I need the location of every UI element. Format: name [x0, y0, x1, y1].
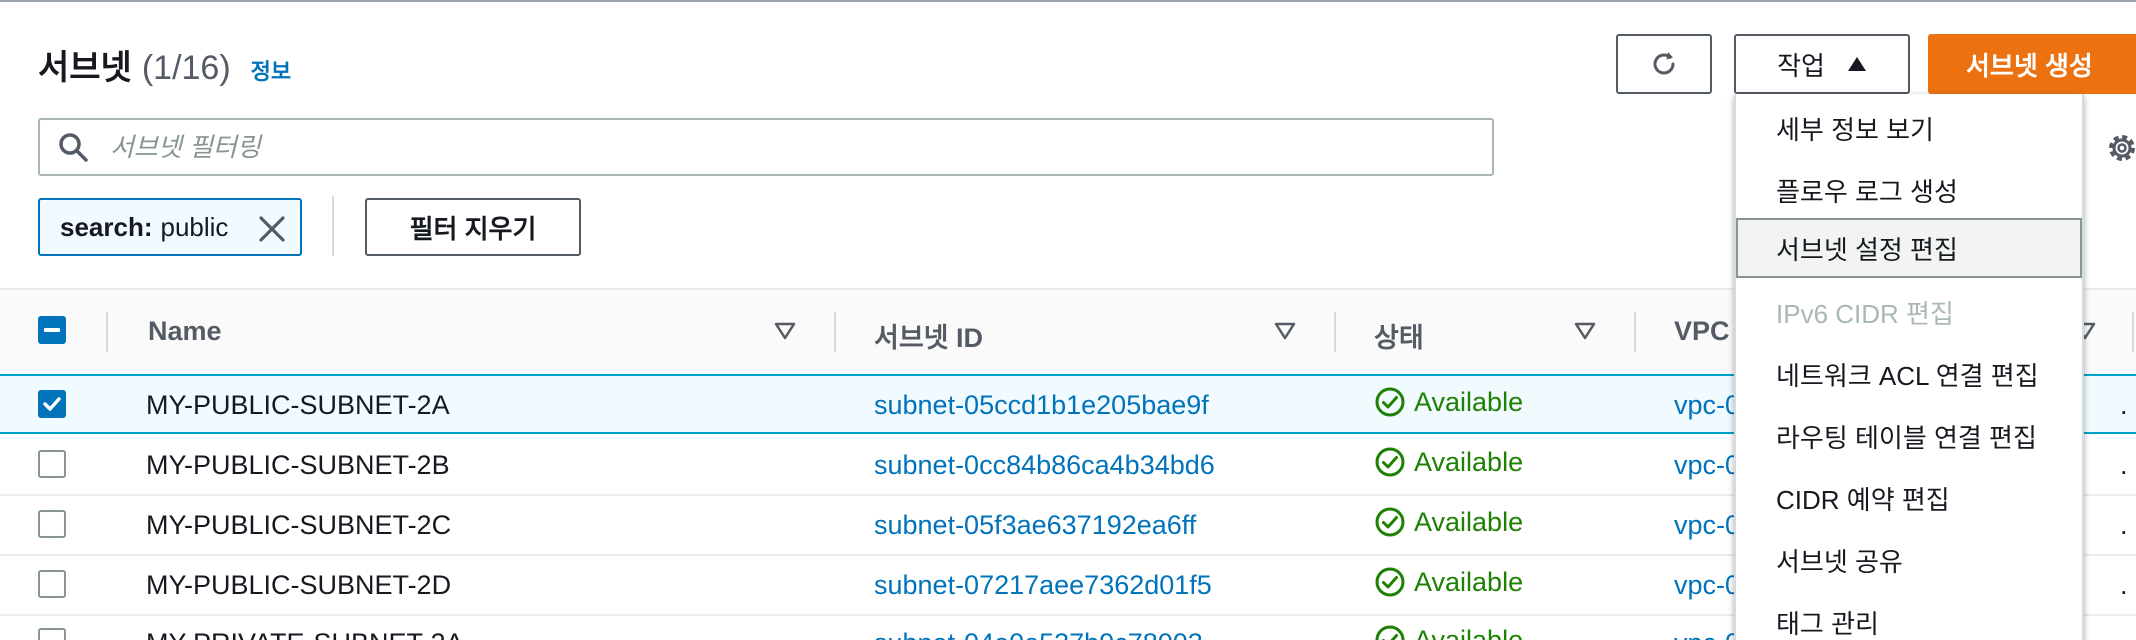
status-text: Available: [1414, 446, 1524, 477]
page-header: 서브넷 (1/16) 정보: [38, 40, 291, 89]
subnet-id-link[interactable]: subnet-0cc84b86ca4b34bd6: [874, 450, 1215, 481]
sort-down-icon[interactable]: [1574, 322, 1596, 340]
sort-down-icon[interactable]: [774, 322, 796, 340]
refresh-icon: [1653, 52, 1675, 75]
check-circle-icon: [1375, 387, 1405, 417]
subnet-id-link[interactable]: subnet-05f3ae637192ea6ff: [874, 510, 1196, 541]
subnet-name: MY-PUBLIC-SUBNET-2A: [146, 390, 450, 420]
status-text: Available: [1414, 566, 1524, 597]
row-checkbox[interactable]: [38, 628, 66, 640]
status-text: Available: [1414, 506, 1524, 537]
menu-item-edit-subnet-settings[interactable]: 서브넷 설정 편집: [1736, 218, 2082, 278]
check-circle-icon: [1375, 567, 1405, 597]
gear-icon[interactable]: [2104, 130, 2136, 166]
status-cell: Available: [1374, 506, 1523, 538]
subnet-name: MY-PUBLIC-SUBNET-2C: [146, 510, 452, 540]
subnet-id-link[interactable]: subnet-05ccd1b1e205bae9f: [874, 390, 1209, 421]
status-cell: Available: [1374, 624, 1523, 640]
column-header-state[interactable]: 상태: [1374, 316, 1424, 355]
caret-up-icon: [1847, 57, 1866, 71]
page-title: 서브넷: [38, 49, 132, 87]
row-checkbox[interactable]: [38, 510, 66, 538]
truncation-ellipsis: .: [2120, 390, 2128, 420]
create-subnet-button[interactable]: 서브넷 생성: [1928, 34, 2136, 94]
check-circle-icon: [1375, 447, 1405, 477]
truncation-ellipsis: .: [2120, 450, 2128, 480]
sort-down-icon[interactable]: [1274, 322, 1296, 340]
menu-item-edit-ipv6-cidr: IPv6 CIDR 편집: [1776, 298, 1954, 329]
subnet-name: MY-PUBLIC-SUBNET-2D: [146, 570, 452, 600]
column-divider: [2132, 312, 2134, 352]
clear-filters-button[interactable]: 필터 지우기: [365, 198, 581, 256]
truncation-ellipsis: .: [2120, 570, 2128, 600]
subnet-id-link[interactable]: subnet-07217aee7362d01f5: [874, 570, 1212, 601]
actions-button[interactable]: 작업: [1734, 34, 1910, 94]
search-box[interactable]: [38, 118, 1494, 176]
top-border: [0, 0, 2136, 2]
subnet-name: MY-PRIVATE-SUBNET-2A: [146, 628, 464, 640]
row-checkbox[interactable]: [38, 390, 66, 418]
check-circle-icon: [1375, 507, 1405, 537]
subnet-id-link[interactable]: subnet-04e0e537b9c78003: [874, 628, 1203, 640]
menu-item-edit-route-table[interactable]: 라우팅 테이블 연결 편집: [1736, 406, 2082, 466]
menu-item-view-details[interactable]: 세부 정보 보기: [1736, 98, 2082, 158]
filter-token-value: public: [160, 211, 229, 242]
status-cell: Available: [1374, 386, 1523, 418]
row-checkbox[interactable]: [38, 450, 66, 478]
actions-menu: 세부 정보 보기 플로우 로그 생성 서브넷 설정 편집 IPv6 CIDR 편…: [1734, 94, 2084, 640]
filter-divider: [332, 196, 334, 256]
search-icon: [59, 133, 88, 162]
check-circle-icon: [1375, 625, 1405, 640]
vpc-link[interactable]: vpc-0: [1674, 390, 1740, 421]
column-header-name[interactable]: Name: [148, 316, 222, 347]
column-divider: [834, 312, 836, 352]
menu-item-edit-cidr-reservations[interactable]: CIDR 예약 편집: [1736, 468, 2082, 528]
column-header-vpc[interactable]: VPC: [1674, 316, 1730, 347]
close-icon[interactable]: [258, 215, 286, 243]
status-cell: Available: [1374, 446, 1523, 478]
column-divider: [1334, 312, 1336, 352]
select-all-checkbox[interactable]: [38, 316, 66, 344]
column-divider: [1634, 312, 1636, 352]
menu-item-edit-network-acl[interactable]: 네트워크 ACL 연결 편집: [1736, 344, 2082, 404]
menu-item-share-subnet[interactable]: 서브넷 공유: [1736, 530, 2082, 590]
vpc-link[interactable]: vpc-0: [1674, 570, 1740, 601]
info-link[interactable]: 정보: [251, 54, 291, 86]
subnet-name: MY-PUBLIC-SUBNET-2B: [146, 450, 450, 480]
row-checkbox[interactable]: [38, 570, 66, 598]
status-text: Available: [1414, 624, 1524, 640]
truncation-ellipsis: .: [2120, 510, 2128, 540]
menu-item-manage-tags[interactable]: 태그 관리: [1736, 592, 2082, 640]
refresh-button[interactable]: [1616, 34, 1712, 94]
vpc-link[interactable]: vpc-0: [1674, 628, 1740, 640]
filter-token: search: public: [38, 198, 302, 256]
vpc-link[interactable]: vpc-0: [1674, 450, 1740, 481]
menu-item-create-flow-log[interactable]: 플로우 로그 생성: [1736, 160, 2082, 220]
status-text: Available: [1414, 386, 1524, 417]
actions-button-label: 작업: [1777, 50, 1825, 81]
vpc-link[interactable]: vpc-0: [1674, 510, 1740, 541]
check-icon: [43, 397, 61, 411]
status-cell: Available: [1374, 566, 1523, 598]
subnets-page: 서브넷 (1/16) 정보 작업 서브넷 생성 search: public: [0, 0, 2136, 640]
column-divider: [106, 312, 108, 352]
search-input[interactable]: [110, 131, 1410, 163]
filter-token-key: search:: [60, 211, 153, 242]
selection-count: (1/16): [141, 49, 231, 87]
column-header-subnet-id[interactable]: 서브넷 ID: [874, 316, 983, 355]
